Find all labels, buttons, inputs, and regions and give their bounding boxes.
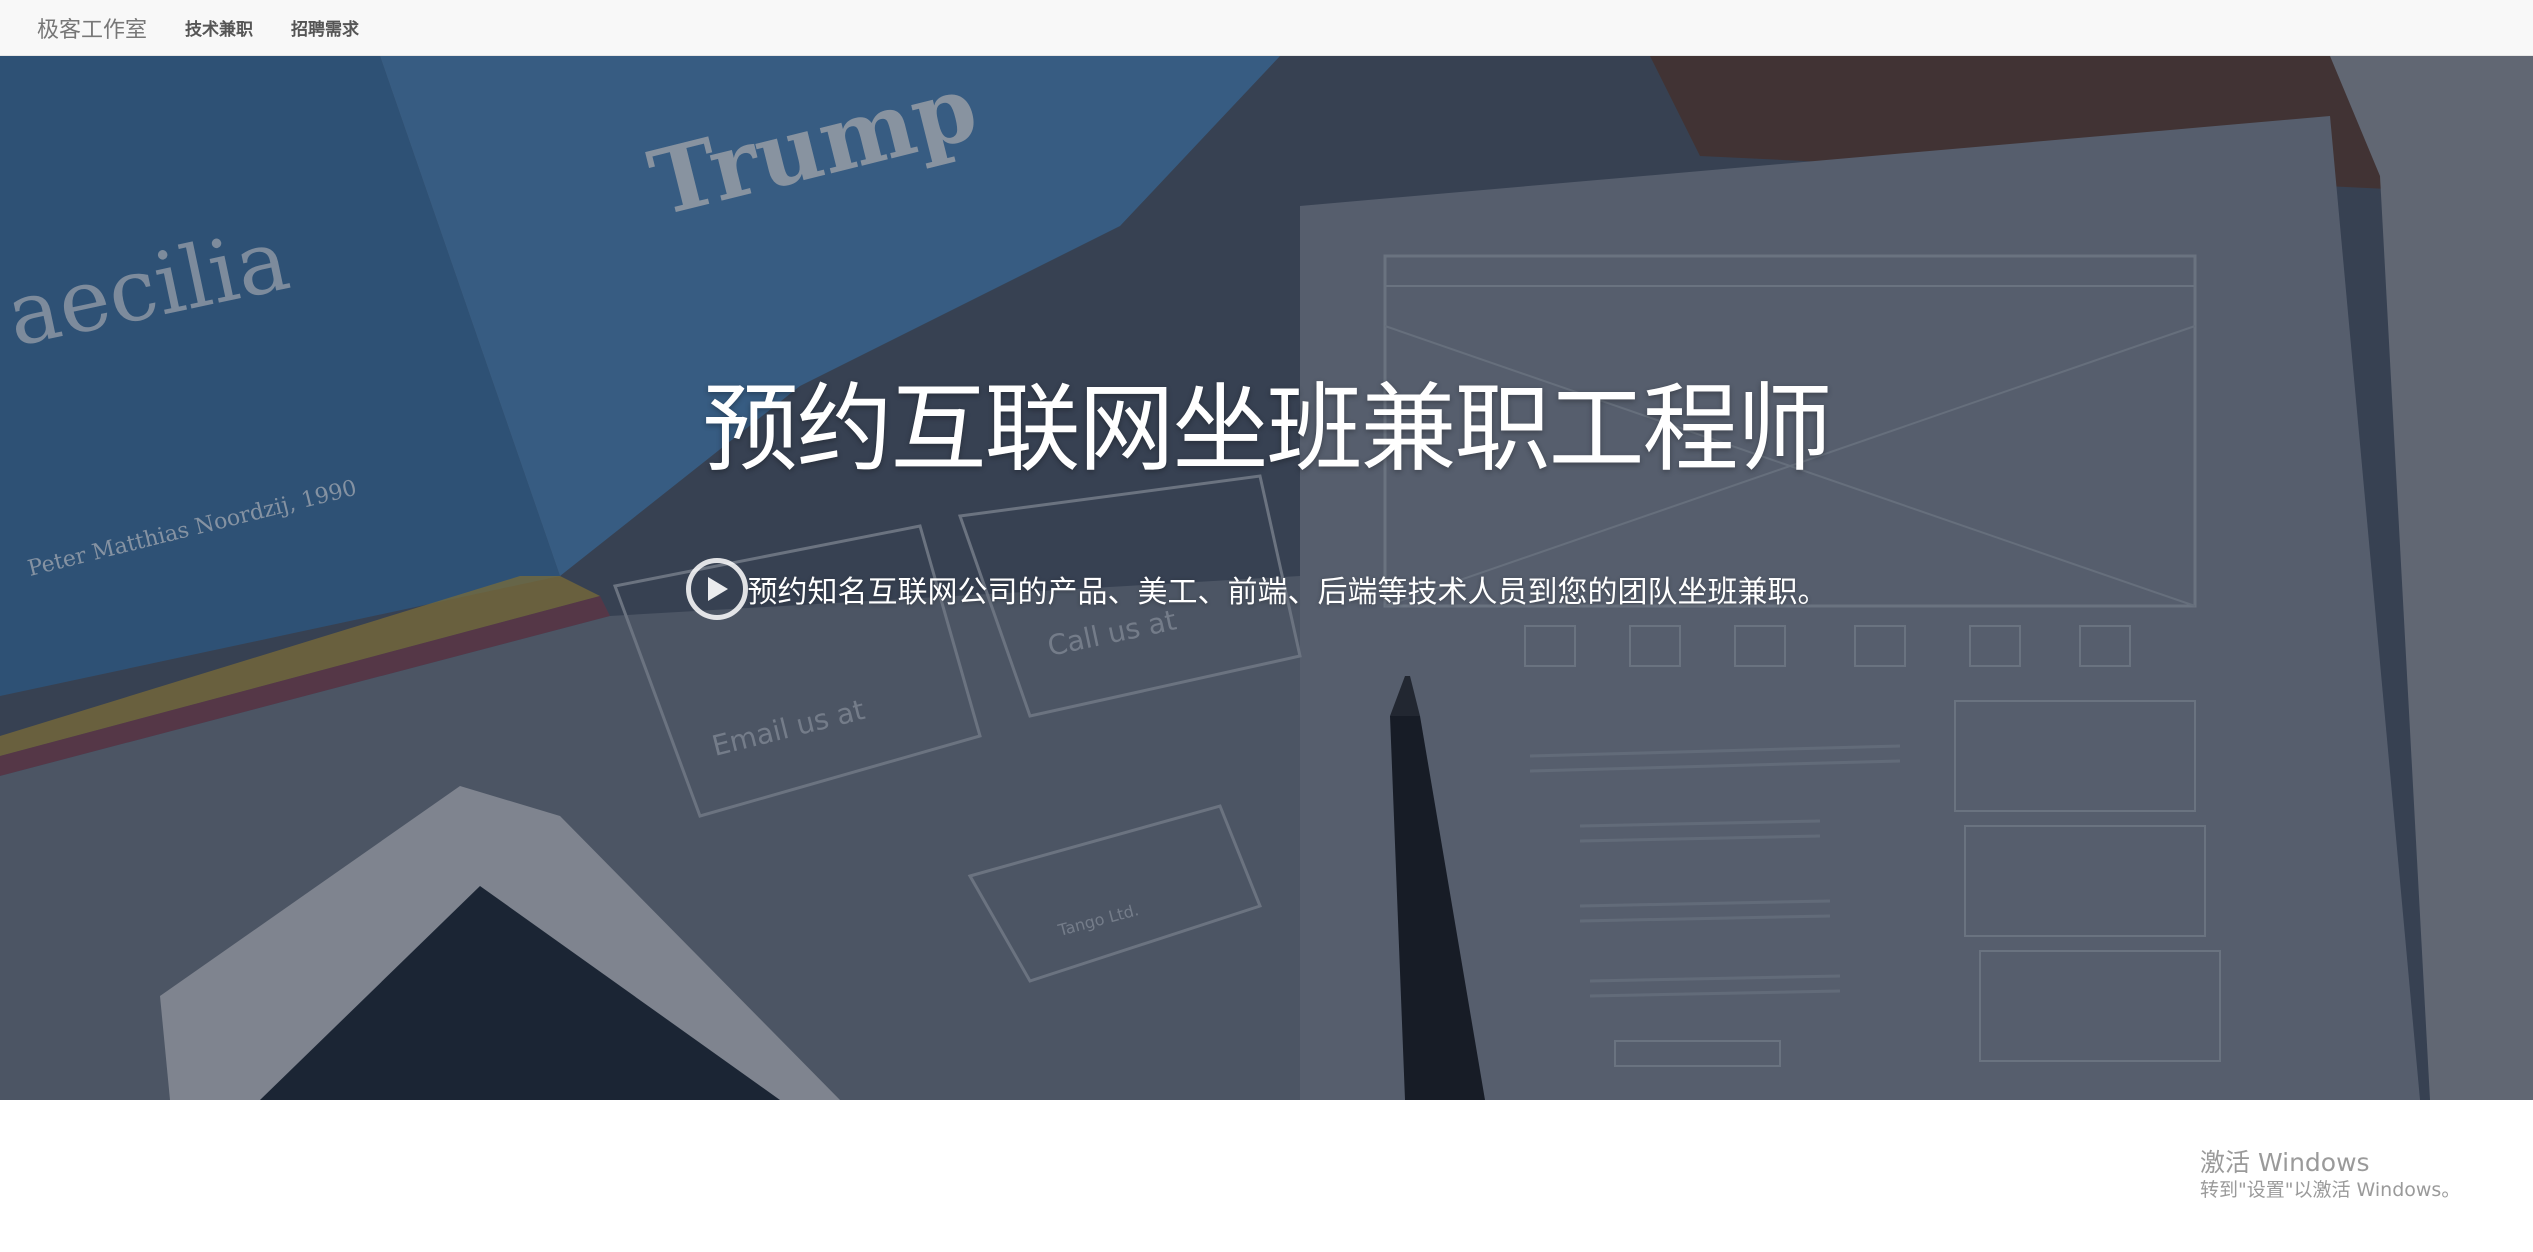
nav-link-recruitment[interactable]: 招聘需求 bbox=[291, 15, 359, 40]
hero-section: aecilia Trump Peter Matthias Noordzij, 1… bbox=[0, 56, 2533, 1100]
top-navbar: 极客工作室 技术兼职 招聘需求 bbox=[0, 0, 2533, 56]
watermark-title: 激活 Windows bbox=[2200, 1148, 2370, 1177]
watermark-subtitle: 转到"设置"以激活 Windows。 bbox=[2200, 1179, 2461, 1201]
windows-activation-watermark: 激活 Windows 转到"设置"以激活 Windows。 bbox=[2200, 1148, 2460, 1203]
hero-title: 预约互联网坐班兼职工程师 bbox=[702, 373, 1833, 485]
brand-link[interactable]: 极客工作室 bbox=[37, 12, 147, 44]
nav-link-tech-parttime[interactable]: 技术兼职 bbox=[185, 15, 253, 40]
hero-subtitle: 预约知名互联网公司的产品、美工、前端、后端等技术人员到您的团队坐班兼职。 bbox=[747, 575, 1828, 610]
play-video-button[interactable] bbox=[685, 558, 748, 620]
play-circle-icon bbox=[705, 576, 729, 602]
hero-subtitle-row: 预约知名互联网公司的产品、美工、前端、后端等技术人员到您的团队坐班兼职。 bbox=[0, 558, 2533, 620]
